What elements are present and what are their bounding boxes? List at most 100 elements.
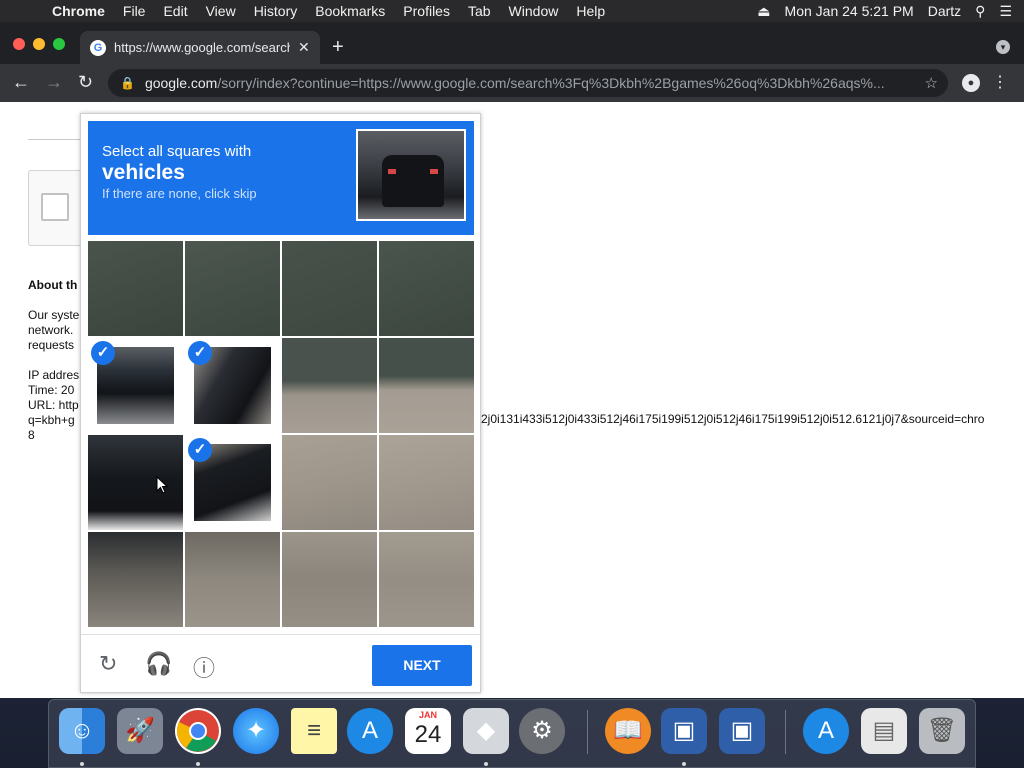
menu-user[interactable]: Dartz — [928, 3, 961, 19]
headphones-icon[interactable]: 🎧 — [145, 651, 172, 677]
safari-icon[interactable]: ✦ — [233, 708, 279, 754]
challenge-hint: If there are none, click skip — [102, 186, 257, 201]
close-tab-icon[interactable]: ✕ — [298, 39, 310, 56]
grid-tile[interactable] — [379, 241, 474, 336]
menu-history[interactable]: History — [254, 3, 298, 19]
profile-avatar-icon[interactable]: ● — [962, 74, 980, 92]
spotlight-search-icon[interactable]: ⚲ — [975, 3, 985, 20]
grid-tile[interactable] — [379, 532, 474, 627]
url-tail-text: 2j0i131i433i512j0i433i512j46i175i199i512… — [481, 412, 985, 426]
grid-tile[interactable] — [185, 532, 280, 627]
zoom-window-button[interactable] — [53, 38, 65, 50]
virtualbox-icon[interactable]: ▣ — [661, 708, 707, 754]
challenge-footer: ↻ 🎧 ⓘ NEXT — [81, 634, 480, 692]
url-path: /sorry/index?continue=https://www.google… — [217, 75, 885, 91]
menu-app-name[interactable]: Chrome — [52, 3, 105, 19]
trash-icon[interactable]: 🗑 — [919, 708, 965, 754]
page-text-line: Our syste — [28, 308, 80, 322]
recaptcha-anchor — [28, 170, 88, 246]
running-indicator — [682, 762, 686, 766]
grid-tile[interactable] — [379, 435, 474, 530]
menu-edit[interactable]: Edit — [163, 3, 187, 19]
grid-tile[interactable] — [88, 241, 183, 336]
close-window-button[interactable] — [13, 38, 25, 50]
browser-toolbar: ← → ↻ 🔒 google.com/sorry/index?continue=… — [0, 64, 1024, 102]
challenge-target: vehicles — [102, 161, 185, 184]
menu-tab[interactable]: Tab — [468, 3, 491, 19]
menu-file[interactable]: File — [123, 3, 146, 19]
roblox-icon[interactable]: ◆ — [463, 708, 509, 754]
menu-profiles[interactable]: Profiles — [403, 3, 450, 19]
checkmark-icon: ✓ — [188, 438, 212, 462]
calendar-icon[interactable]: JAN 24 — [405, 708, 451, 754]
tail-light — [430, 169, 438, 174]
app-store-download-icon[interactable]: A — [803, 708, 849, 754]
grid-tile[interactable]: ✓ — [185, 338, 280, 433]
app-store-icon[interactable]: A — [347, 708, 393, 754]
bookmark-star-icon[interactable]: ☆ — [925, 74, 938, 92]
grid-tile[interactable] — [282, 338, 377, 433]
forward-arrow-icon[interactable]: → — [45, 72, 63, 93]
challenge-instruction: Select all squares with — [102, 143, 252, 160]
virtualbox-icon[interactable]: ▣ — [719, 708, 765, 754]
tab-search-icon[interactable]: ▾ — [996, 40, 1010, 54]
page-text-line: URL: http — [28, 398, 79, 412]
notes-icon[interactable]: ≡ — [291, 708, 337, 754]
menu-window[interactable]: Window — [509, 3, 559, 19]
divider — [28, 139, 88, 140]
url-host: google.com — [144, 75, 218, 91]
chrome-icon[interactable] — [175, 708, 221, 754]
browser-tab[interactable]: G https://www.google.com/search ✕ — [80, 31, 320, 64]
menu-bar: Chrome File Edit View History Bookmarks … — [0, 0, 1024, 22]
grid-tile[interactable] — [379, 338, 474, 433]
sample-car-shape — [382, 155, 444, 207]
eject-icon[interactable]: ⏏ — [757, 3, 770, 20]
new-tab-button[interactable]: + — [332, 36, 344, 59]
recaptcha-checkbox[interactable] — [41, 193, 69, 221]
address-bar[interactable]: 🔒 google.com/sorry/index?continue=https:… — [108, 69, 948, 97]
refresh-icon[interactable]: ↻ — [99, 651, 117, 677]
grid-tile[interactable]: ✓ — [185, 435, 280, 530]
tail-light — [388, 169, 396, 174]
mouse-cursor-icon — [156, 476, 168, 494]
calendar-month: JAN — [418, 710, 437, 720]
document-stack-icon[interactable]: ▤ — [861, 708, 907, 754]
reload-icon[interactable]: ↻ — [78, 72, 93, 93]
books-icon[interactable]: 📖 — [605, 708, 651, 754]
grid-tile[interactable] — [282, 241, 377, 336]
launchpad-icon[interactable]: 🚀 — [117, 708, 163, 754]
page-text-line: network. — [28, 323, 74, 337]
next-button[interactable]: NEXT — [372, 645, 472, 686]
control-center-icon[interactable]: ☰ — [999, 3, 1012, 20]
grid-tile[interactable] — [185, 241, 280, 336]
checkmark-icon: ✓ — [91, 341, 115, 365]
tab-title: https://www.google.com/search — [114, 40, 290, 55]
recaptcha-challenge: Select all squares with vehicles If ther… — [80, 113, 481, 693]
checkmark-icon: ✓ — [188, 341, 212, 365]
grid-tile[interactable] — [88, 532, 183, 627]
minimize-window-button[interactable] — [33, 38, 45, 50]
address-url[interactable]: google.com/sorry/index?continue=https://… — [145, 75, 915, 91]
grid-tile[interactable] — [88, 435, 183, 530]
info-icon[interactable]: ⓘ — [193, 651, 215, 683]
page-text-line: IP addres — [28, 368, 80, 382]
lock-icon[interactable]: 🔒 — [120, 76, 135, 90]
menu-clock[interactable]: Mon Jan 24 5:21 PM — [785, 3, 914, 19]
calendar-day: 24 — [414, 721, 442, 748]
google-favicon-icon: G — [90, 39, 106, 56]
menu-bookmarks[interactable]: Bookmarks — [315, 3, 385, 19]
back-arrow-icon[interactable]: ← — [12, 72, 30, 93]
page-text-line: requests — [28, 338, 75, 352]
system-preferences-icon[interactable]: ⚙ — [519, 708, 565, 754]
menu-view[interactable]: View — [206, 3, 236, 19]
finder-icon[interactable]: ☺ — [59, 708, 105, 754]
chrome-menu-icon[interactable]: ⋮ — [992, 72, 1008, 92]
grid-tile[interactable]: ✓ — [88, 338, 183, 433]
challenge-header: Select all squares with vehicles If ther… — [88, 121, 474, 235]
grid-tile[interactable] — [282, 435, 377, 530]
running-indicator — [196, 762, 200, 766]
grid-tile[interactable] — [282, 532, 377, 627]
about-heading: About th — [28, 278, 78, 292]
challenge-grid: ✓ ✓ ✓ — [88, 241, 474, 627]
menu-help[interactable]: Help — [576, 3, 605, 19]
